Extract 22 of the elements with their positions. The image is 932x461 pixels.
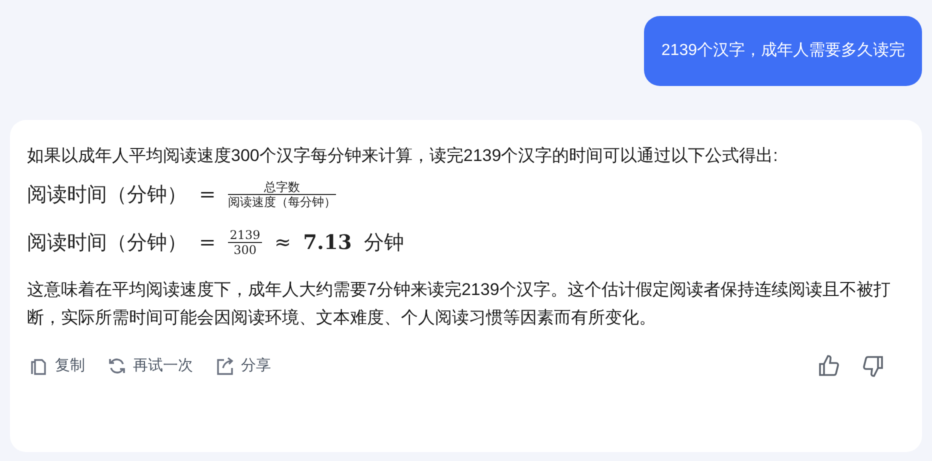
formula-text: 阅读时间（分钟） xyxy=(27,181,187,208)
fraction-numerator: 总字数 xyxy=(228,180,336,194)
approx-sign: ≈ xyxy=(274,229,292,256)
formula-text: 分钟 xyxy=(364,229,404,256)
share-button[interactable]: 分享 xyxy=(213,352,273,380)
fraction-numerator: 2139 xyxy=(228,228,262,242)
thumbs-up-icon[interactable] xyxy=(817,354,841,378)
retry-button[interactable]: 再试一次 xyxy=(105,352,195,380)
equals-sign: = xyxy=(199,181,216,208)
copy-icon xyxy=(29,356,49,376)
refresh-icon xyxy=(107,356,127,376)
fraction-denominator: 阅读速度（每分钟） xyxy=(228,194,336,208)
formula-text: 7.13 xyxy=(303,229,352,256)
user-message-bubble: 2139个汉字，成年人需要多久读完 xyxy=(644,16,922,86)
share-icon xyxy=(215,356,235,376)
answer-paragraph: 如果以成年人平均阅读速度300个汉字每分钟来计算，读完2139个汉字的时间可以通过以下公式得出: xyxy=(27,145,779,167)
answer-paragraph: 这意味着在平均阅读速度下，成年人大约需要7分钟来读完2139个汉字。这个估计假定阅读者保持连续阅读且不被打断，实际所需时间可能会因阅读环境、文本难度、个人阅读习惯等因素而有所变化。 xyxy=(27,279,892,329)
equals-sign: = xyxy=(199,229,216,256)
copy-button[interactable]: 复制 xyxy=(27,352,87,380)
formula-text: 阅读时间（分钟） xyxy=(27,229,187,256)
thumbs-down-icon[interactable] xyxy=(861,354,885,378)
fraction-denominator: 300 xyxy=(234,242,256,256)
